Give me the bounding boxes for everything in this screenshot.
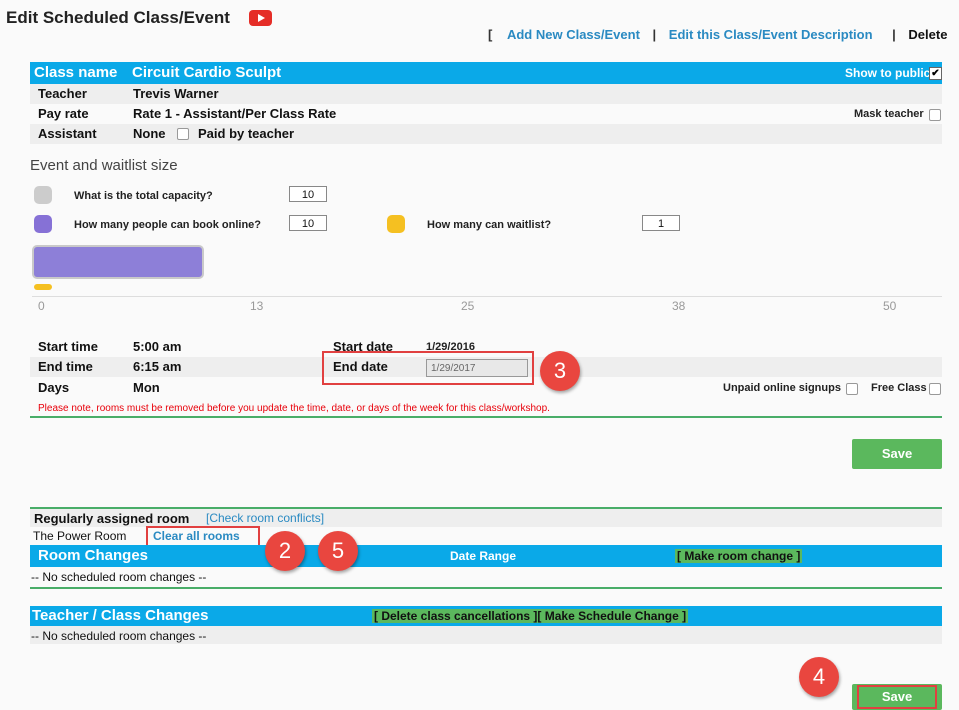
unpaid-signups-checkbox[interactable] [846, 383, 858, 395]
online-question: How many people can book online? [74, 219, 262, 231]
payrate-label: Pay rate [38, 106, 89, 121]
teacher-value: Trevis Warner [133, 86, 219, 101]
no-room-changes: -- No scheduled room changes -- [31, 570, 207, 584]
save-button[interactable]: Save [852, 439, 942, 469]
show-public-label: Show to public [845, 66, 931, 80]
days-label: Days [38, 380, 70, 395]
add-new-class-link[interactable]: Add New Class/Event [507, 27, 640, 42]
separator: | [652, 27, 657, 42]
assistant-row [30, 124, 942, 144]
assistant-label: Assistant [38, 126, 97, 141]
mask-teacher-checkbox[interactable] [929, 109, 941, 121]
tick-label: 50 [883, 299, 897, 313]
online-color-swatch [34, 215, 52, 233]
page-title: Edit Scheduled Class/Event [6, 8, 230, 27]
size-heading: Event and waitlist size [30, 157, 178, 174]
save-highlight [857, 685, 937, 709]
room-changes-title: Room Changes [38, 547, 149, 564]
end-date-label: End date [333, 359, 388, 374]
waitlist-question: How many can waitlist? [427, 219, 552, 231]
paid-by-teacher-label: Paid by teacher [198, 126, 295, 141]
waitlist-bar [34, 284, 52, 290]
free-class-label: Free Class [871, 382, 927, 394]
top-links: [ Add New Class/Event | Edit this Class/… [488, 27, 959, 42]
delete-link[interactable]: Delete [908, 27, 947, 42]
scale-axis [32, 296, 942, 297]
no-teacher-changes: -- No scheduled room changes -- [31, 629, 207, 643]
capacity-input[interactable]: 10 [289, 186, 327, 202]
assistant-value: None [133, 126, 166, 141]
unpaid-signups-label: Unpaid online signups [723, 382, 841, 394]
callout-4: 4 [799, 657, 839, 697]
schedule-actions-button[interactable]: [ Delete class cancellations ][ Make Sch… [372, 609, 689, 623]
days-value: Mon [133, 380, 160, 395]
class-name-label: Class name [34, 64, 118, 81]
online-input[interactable]: 10 [289, 215, 327, 231]
capacity-color-swatch [34, 186, 52, 204]
tick-label: 25 [461, 299, 475, 313]
callout-5: 5 [318, 531, 358, 571]
online-capacity-bar [32, 245, 204, 279]
show-public-checkbox[interactable]: ✔ [929, 67, 942, 80]
divider [30, 416, 942, 418]
callout-3: 3 [540, 351, 580, 391]
bracket-open: [ [488, 27, 493, 42]
make-room-change-button[interactable]: [ Make room change ] [675, 549, 803, 563]
teacher-label: Teacher [38, 86, 87, 101]
divider [30, 587, 942, 589]
callout-2: 2 [265, 531, 305, 571]
clear-all-rooms-link[interactable]: Clear all rooms [153, 529, 240, 543]
end-time-value: 6:15 am [133, 359, 182, 374]
waitlist-color-swatch [387, 215, 405, 233]
tick-label: 38 [672, 299, 686, 313]
separator: | [892, 27, 896, 42]
edit-description-link[interactable]: Edit this Class/Event Description [669, 27, 873, 42]
room-name: The Power Room [33, 529, 127, 543]
end-date-input[interactable]: 1/29/2017 [426, 359, 528, 377]
tick-label: 13 [250, 299, 264, 313]
tick-label: 0 [38, 299, 45, 313]
capacity-question: What is the total capacity? [74, 190, 213, 202]
start-time-value: 5:00 am [133, 339, 182, 354]
mask-teacher-label: Mask teacher [854, 108, 924, 120]
teacher-changes-bar: Teacher / Class Changes [ Delete class c… [30, 606, 942, 626]
teacher-changes-title: Teacher / Class Changes [32, 607, 209, 624]
free-class-checkbox[interactable] [929, 383, 941, 395]
class-name-bar: Class name Circuit Cardio Sculpt Show to… [30, 62, 942, 84]
waitlist-input[interactable]: 1 [642, 215, 680, 231]
payrate-value: Rate 1 - Assistant/Per Class Rate [133, 106, 337, 121]
youtube-icon[interactable] [249, 10, 272, 26]
end-time-label: End time [38, 359, 93, 374]
check-room-conflicts-link[interactable]: [Check room conflicts] [206, 511, 324, 525]
date-range-header: Date Range [450, 549, 517, 563]
class-name-value: Circuit Cardio Sculpt [132, 64, 282, 81]
rooms-note: Please note, rooms must be removed befor… [38, 403, 550, 414]
assigned-room-label: Regularly assigned room [34, 511, 190, 526]
paid-by-teacher-checkbox[interactable] [177, 128, 189, 140]
start-time-label: Start time [38, 339, 98, 354]
room-changes-bar: Room Changes Date Range [ Make room chan… [30, 545, 942, 567]
